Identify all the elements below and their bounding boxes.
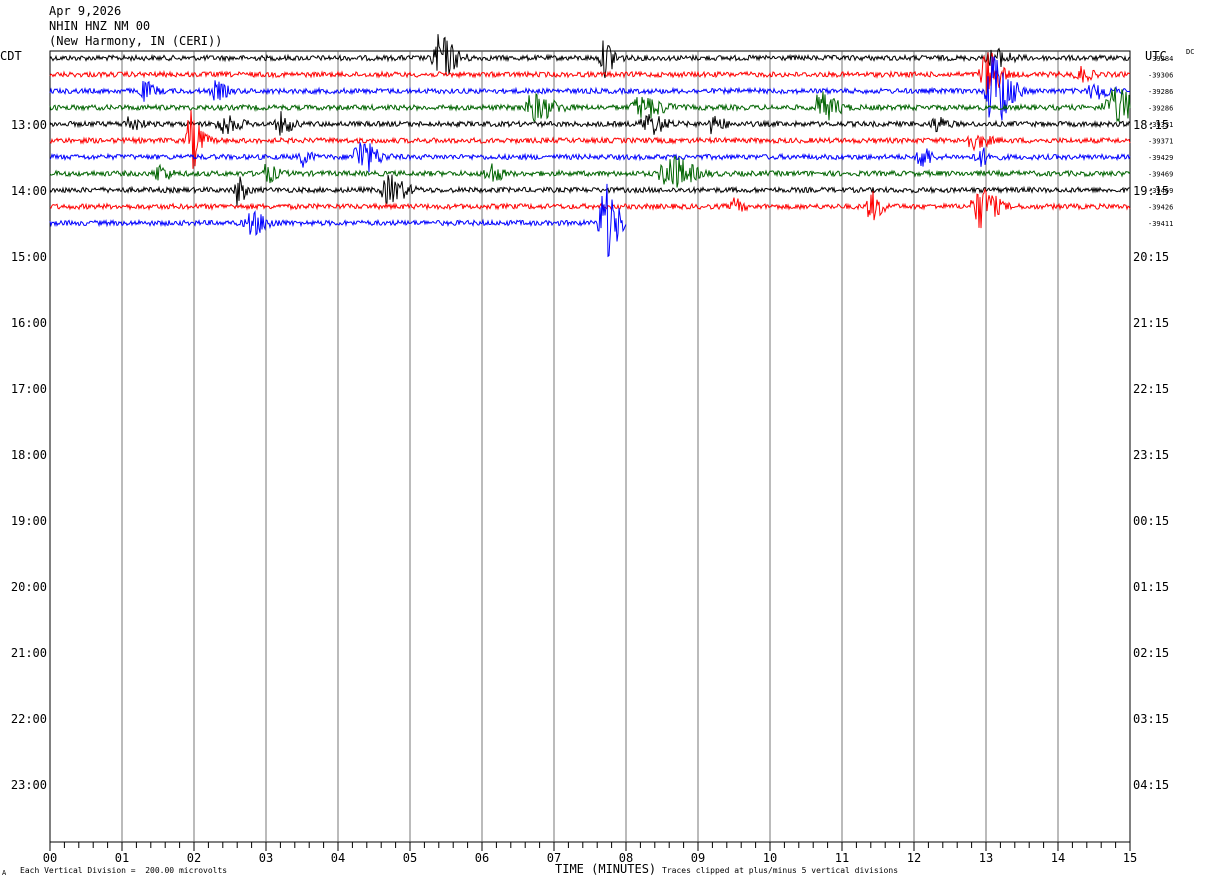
x-tick-label: 01 — [115, 851, 129, 865]
x-tick-label: 06 — [475, 851, 489, 865]
seismic-trace — [49, 111, 1131, 136]
x-axis-title: TIME (MINUTES) — [555, 862, 657, 876]
dc-offset-label: -39469 — [1148, 171, 1173, 179]
seismic-trace — [49, 110, 1131, 169]
x-tick-label: 05 — [403, 851, 417, 865]
right-hour-label: 02:15 — [1133, 646, 1169, 660]
left-hour-label: 15:00 — [11, 250, 47, 264]
left-hour-label: 19:00 — [11, 514, 47, 528]
left-hour-label: 23:00 — [11, 778, 47, 792]
dc-offset-label: -39371 — [1148, 138, 1173, 146]
right-hour-label: 00:15 — [1133, 514, 1169, 528]
x-tick-label: 10 — [763, 851, 777, 865]
x-tick-label: 09 — [691, 851, 705, 865]
left-hour-label: 20:00 — [11, 580, 47, 594]
dc-offset-label: -39284 — [1148, 55, 1173, 63]
x-tick-label: 15 — [1123, 851, 1137, 865]
plot-frame — [49, 50, 1131, 843]
dc-offset-label: -39331 — [1148, 121, 1173, 129]
footer-mark: A — [2, 869, 7, 877]
helicorder-plot: 00 01 02 03 04 05 06 07 08 09 10 11 12 13 14 1513:0014:… — [11, 34, 1173, 865]
dc-offset-label: -39429 — [1148, 154, 1173, 162]
left-hour-label: 21:00 — [11, 646, 47, 660]
dc-offset-label: -39426 — [1148, 204, 1173, 212]
right-hour-label: 21:15 — [1133, 316, 1169, 330]
x-tick-label: 02 — [187, 851, 201, 865]
left-hour-label: 16:00 — [11, 316, 47, 330]
x-tick-label: 03 — [259, 851, 273, 865]
right-hour-label: 20:15 — [1133, 250, 1169, 264]
x-tick-label: 00 — [43, 851, 57, 865]
right-hour-label: 23:15 — [1133, 448, 1169, 462]
x-tick-label: 11 — [835, 851, 849, 865]
right-hour-label: 01:15 — [1133, 580, 1169, 594]
right-hour-label: 04:15 — [1133, 778, 1169, 792]
dc-offset-label: -39469 — [1148, 187, 1173, 195]
seismic-trace — [49, 155, 1131, 188]
seismic-trace — [49, 56, 1131, 121]
x-tick-label: 13 — [979, 851, 993, 865]
clip-note: Traces clipped at plus/minus 5 vertical … — [662, 866, 899, 875]
seismic-trace — [49, 174, 1130, 207]
left-hour-label: 13:00 — [11, 118, 47, 132]
left-hour-label: 18:00 — [11, 448, 47, 462]
dc-offset-label: -39306 — [1148, 72, 1173, 80]
left-hour-label: 14:00 — [11, 184, 47, 198]
right-hour-label: 22:15 — [1133, 382, 1169, 396]
dc-offset-label: -39411 — [1148, 220, 1173, 228]
right-hour-label: 03:15 — [1133, 712, 1169, 726]
scale-note: Each Vertical Division = 200.00 microvol… — [20, 866, 228, 875]
left-hour-label: 17:00 — [11, 382, 47, 396]
x-tick-label: 04 — [331, 851, 345, 865]
dc-offset-label: -39286 — [1148, 88, 1173, 96]
dc-offset-label: -39286 — [1148, 105, 1173, 113]
left-hour-label: 22:00 — [11, 712, 47, 726]
seismic-trace — [49, 142, 1131, 173]
x-tick-label: 12 — [907, 851, 921, 865]
x-tick-label: 14 — [1051, 851, 1065, 865]
seismic-trace — [49, 34, 1131, 79]
